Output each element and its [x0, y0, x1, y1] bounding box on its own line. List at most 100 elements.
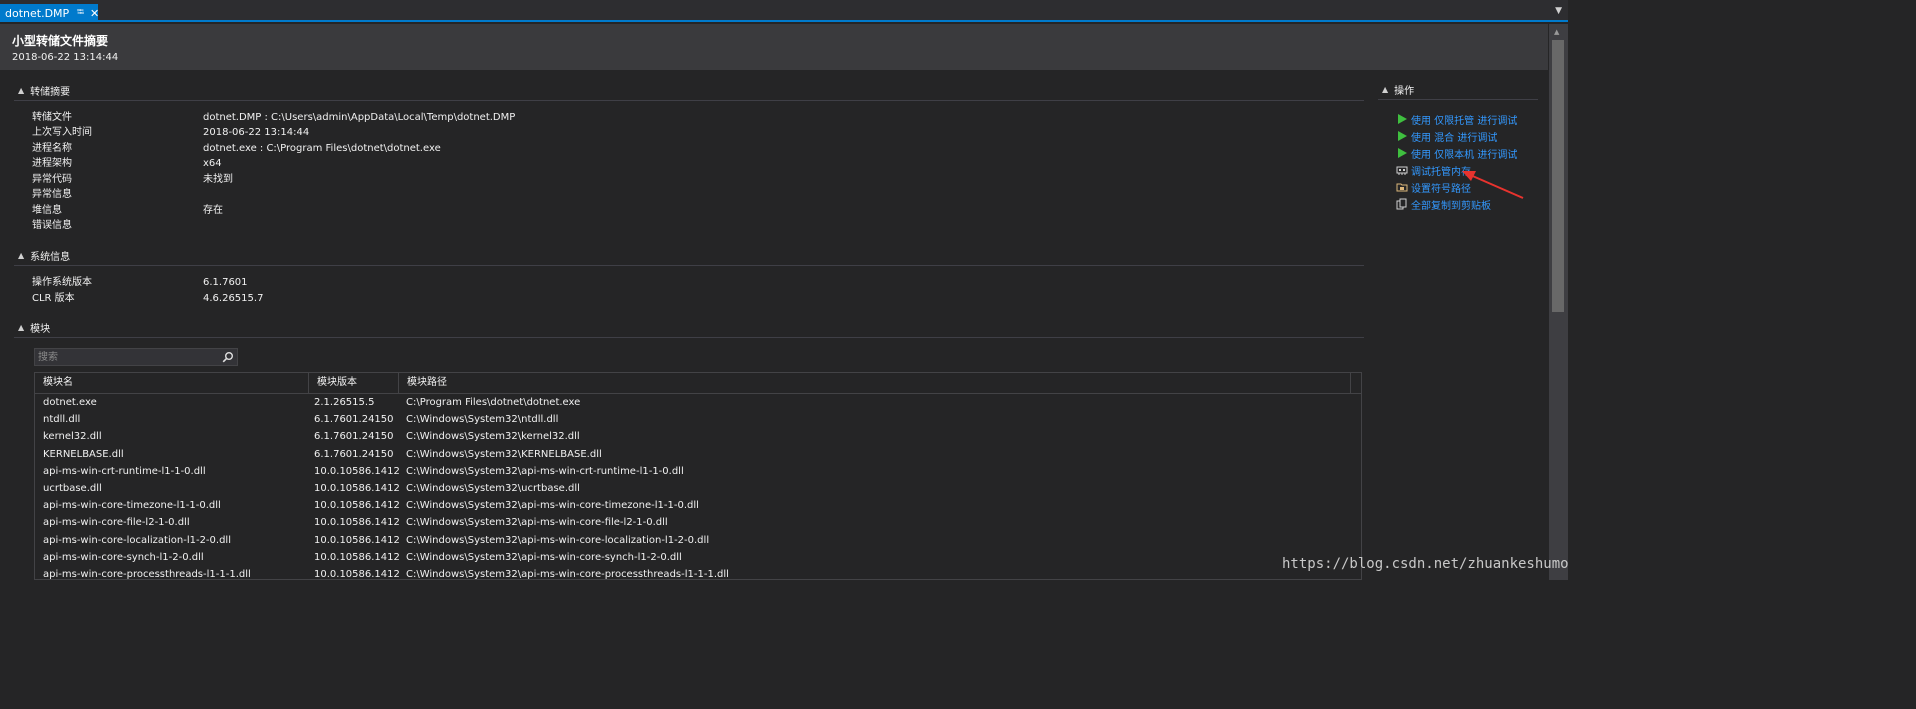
module-path-cell: C:\Windows\System32\api-ms-win-core-loca…	[406, 534, 710, 546]
folder-icon	[1396, 183, 1408, 192]
watermark-text: https://blog.csdn.net/zhuankeshumo	[1282, 556, 1569, 572]
table-row[interactable]: api-ms-win-core-file-l2-1-0.dll 10.0.1058…	[35, 514, 1361, 531]
module-name-cell: api-ms-win-crt-runtime-l1-1-0.dll	[43, 465, 206, 477]
section-dump-summary-title: 转储摘要	[30, 87, 71, 98]
column-header-module-path[interactable]: 模块路径	[399, 373, 1351, 393]
section-divider	[14, 337, 1364, 338]
dump-row-value: 2018-06-22 13:14:44	[203, 127, 310, 138]
module-path-cell: C:\Windows\System32\api-ms-win-crt-runti…	[406, 465, 684, 477]
document-tab[interactable]: dotnet.DMP ⭾ ✕	[0, 4, 99, 22]
module-name-cell: kernel32.dll	[43, 431, 102, 443]
module-search-box	[34, 348, 238, 366]
module-path-cell: C:\Windows\System32\kernel32.dll	[406, 431, 580, 443]
module-name-cell: ntdll.dll	[43, 414, 81, 426]
play-icon	[1398, 114, 1407, 124]
table-row[interactable]: api-ms-win-core-timezone-l1-1-0.dll 10.0.…	[35, 497, 1361, 514]
action-label: 使用 仅限托管 进行调试	[1411, 115, 1518, 127]
pin-icon[interactable]: ⭾	[77, 5, 84, 21]
system-row-label: 操作系统版本	[32, 277, 92, 288]
module-path-cell: C:\Windows\System32\api-ms-win-core-file…	[406, 517, 668, 529]
document-tab-strip: dotnet.DMP ⭾ ✕ ▼	[0, 0, 1568, 22]
module-path-cell: C:\Program Files\dotnet\dotnet.exe	[406, 397, 581, 408]
module-path-cell: C:\Windows\System32\KERNELBASE.dll	[406, 448, 602, 460]
play-icon	[1398, 131, 1407, 141]
action-debug-native-only[interactable]: 使用 仅限本机 进行调试	[1396, 145, 1517, 161]
system-row-label: CLR 版本	[32, 293, 75, 304]
action-debug-managed-only[interactable]: 使用 仅限托管 进行调试	[1396, 111, 1517, 127]
module-name-cell: api-ms-win-core-synch-l1-2-0.dll	[43, 551, 204, 563]
dump-row-value: 未找到	[203, 174, 233, 185]
scroll-up-arrow-icon[interactable]: ▲	[1554, 28, 1559, 36]
section-divider	[1378, 99, 1538, 100]
module-path-cell: C:\Windows\System32\ntdll.dll	[406, 414, 559, 426]
table-row[interactable]: ucrtbase.dll 10.0.10586.1412 C:\Windows\Sy…	[35, 480, 1361, 497]
search-icon[interactable]	[222, 351, 234, 363]
module-version-cell: 6.1.7601.24150	[314, 448, 394, 460]
module-search-input[interactable]	[38, 350, 218, 364]
action-label: 使用 混合 进行调试	[1411, 132, 1498, 144]
modules-table-header: 模块名 模块版本 模块路径	[35, 373, 1361, 394]
section-system-info-title: 系统信息	[30, 252, 71, 263]
section-divider	[14, 265, 1364, 266]
scrollbar-thumb[interactable]	[1552, 40, 1564, 312]
dump-row-value: x64	[203, 158, 222, 169]
page-title: 小型转储文件摘要	[12, 34, 109, 48]
module-name-cell: KERNELBASE.dll	[43, 448, 124, 460]
module-version-cell: 10.0.10586.1412	[314, 465, 400, 477]
table-row[interactable]: kernel32.dll 6.1.7601.24150 C:\Windows\Sys…	[35, 428, 1361, 445]
action-debug-mixed[interactable]: 使用 混合 进行调试	[1396, 128, 1497, 144]
table-row[interactable]: ntdll.dll 6.1.7601.24150 C:\Windows\System…	[35, 411, 1361, 428]
play-icon	[1398, 148, 1407, 158]
column-header-module-version[interactable]: 模块版本	[309, 373, 399, 393]
module-name-cell: api-ms-win-core-processthreads-l1-1-1.dl…	[43, 569, 251, 580]
module-version-cell: 6.1.7601.24150	[314, 431, 394, 443]
module-path-cell: C:\Windows\System32\api-ms-win-core-proc…	[406, 569, 729, 580]
tab-label: dotnet.DMP	[5, 6, 70, 20]
action-label: 使用 仅限本机 进行调试	[1411, 149, 1518, 161]
chevron-up-icon: ▲	[1382, 85, 1389, 94]
section-modules-toggle[interactable]: ▲ 模块	[18, 320, 50, 335]
column-header-module-name[interactable]: 模块名	[35, 373, 309, 393]
module-version-cell: 10.0.10586.1412	[314, 483, 400, 494]
section-actions-title: 操作	[1394, 86, 1415, 97]
module-version-cell: 10.0.10586.1412	[314, 517, 400, 529]
table-row[interactable]: api-ms-win-core-synch-l1-2-0.dll 10.0.105…	[35, 549, 1361, 566]
close-icon[interactable]: ✕	[90, 7, 99, 20]
module-name-cell: api-ms-win-core-localization-l1-2-0.dll	[43, 534, 231, 546]
dump-row-label: 堆信息	[32, 205, 62, 216]
module-name-cell: dotnet.exe	[43, 397, 97, 408]
table-row[interactable]: api-ms-win-crt-runtime-l1-1-0.dll 10.0.10…	[35, 463, 1361, 480]
module-path-cell: C:\Windows\System32\ucrtbase.dll	[406, 483, 580, 494]
module-path-cell: C:\Windows\System32\api-ms-win-core-time…	[406, 500, 699, 512]
section-actions-toggle[interactable]: ▲ 操作	[1382, 82, 1414, 97]
vertical-scrollbar[interactable]: ▲	[1549, 24, 1568, 580]
dump-row-label: 进程名称	[32, 143, 72, 154]
dump-row-label: 进程架构	[32, 158, 72, 169]
system-row-value: 6.1.7601	[203, 277, 248, 288]
section-divider	[14, 100, 1364, 101]
section-system-info-toggle[interactable]: ▲ 系统信息	[18, 248, 70, 263]
dump-row-value: dotnet.DMP : C:\Users\admin\AppData\Loca…	[203, 112, 516, 123]
page-date: 2018-06-22 13:14:44	[12, 52, 119, 63]
modules-table: 模块名 模块版本 模块路径 dotnet.exe 2.1.26515.5 C:\Pr…	[34, 372, 1362, 580]
chevron-up-icon: ▲	[18, 86, 25, 95]
dump-row-label: 异常代码	[32, 174, 72, 185]
annotation-arrow	[1462, 171, 1524, 199]
copy-icon	[1396, 198, 1407, 210]
module-name-cell: api-ms-win-core-timezone-l1-1-0.dll	[43, 500, 221, 512]
module-version-cell: 2.1.26515.5	[314, 397, 375, 408]
section-dump-summary-toggle[interactable]: ▲ 转储摘要	[18, 83, 70, 98]
dump-row-value: 存在	[203, 205, 223, 216]
summary-header: 小型转储文件摘要 2018-06-22 13:14:44	[0, 24, 1548, 70]
table-row[interactable]: KERNELBASE.dll 6.1.7601.24150 C:\Windows\S…	[35, 446, 1361, 463]
section-modules-title: 模块	[30, 324, 51, 335]
dump-row-label: 异常信息	[32, 189, 72, 200]
tab-overflow-chevron-icon[interactable]: ▼	[1555, 6, 1562, 16]
table-row[interactable]: dotnet.exe 2.1.26515.5 C:\Program Files\do…	[35, 394, 1361, 411]
table-row[interactable]: api-ms-win-core-processthreads-l1-1-1.dl…	[35, 566, 1361, 580]
chevron-up-icon: ▲	[18, 251, 25, 260]
module-version-cell: 10.0.10586.1412	[314, 569, 400, 580]
system-row-value: 4.6.26515.7	[203, 293, 264, 304]
table-row[interactable]: api-ms-win-core-localization-l1-2-0.dll 1…	[35, 532, 1361, 549]
memory-icon	[1396, 166, 1408, 175]
